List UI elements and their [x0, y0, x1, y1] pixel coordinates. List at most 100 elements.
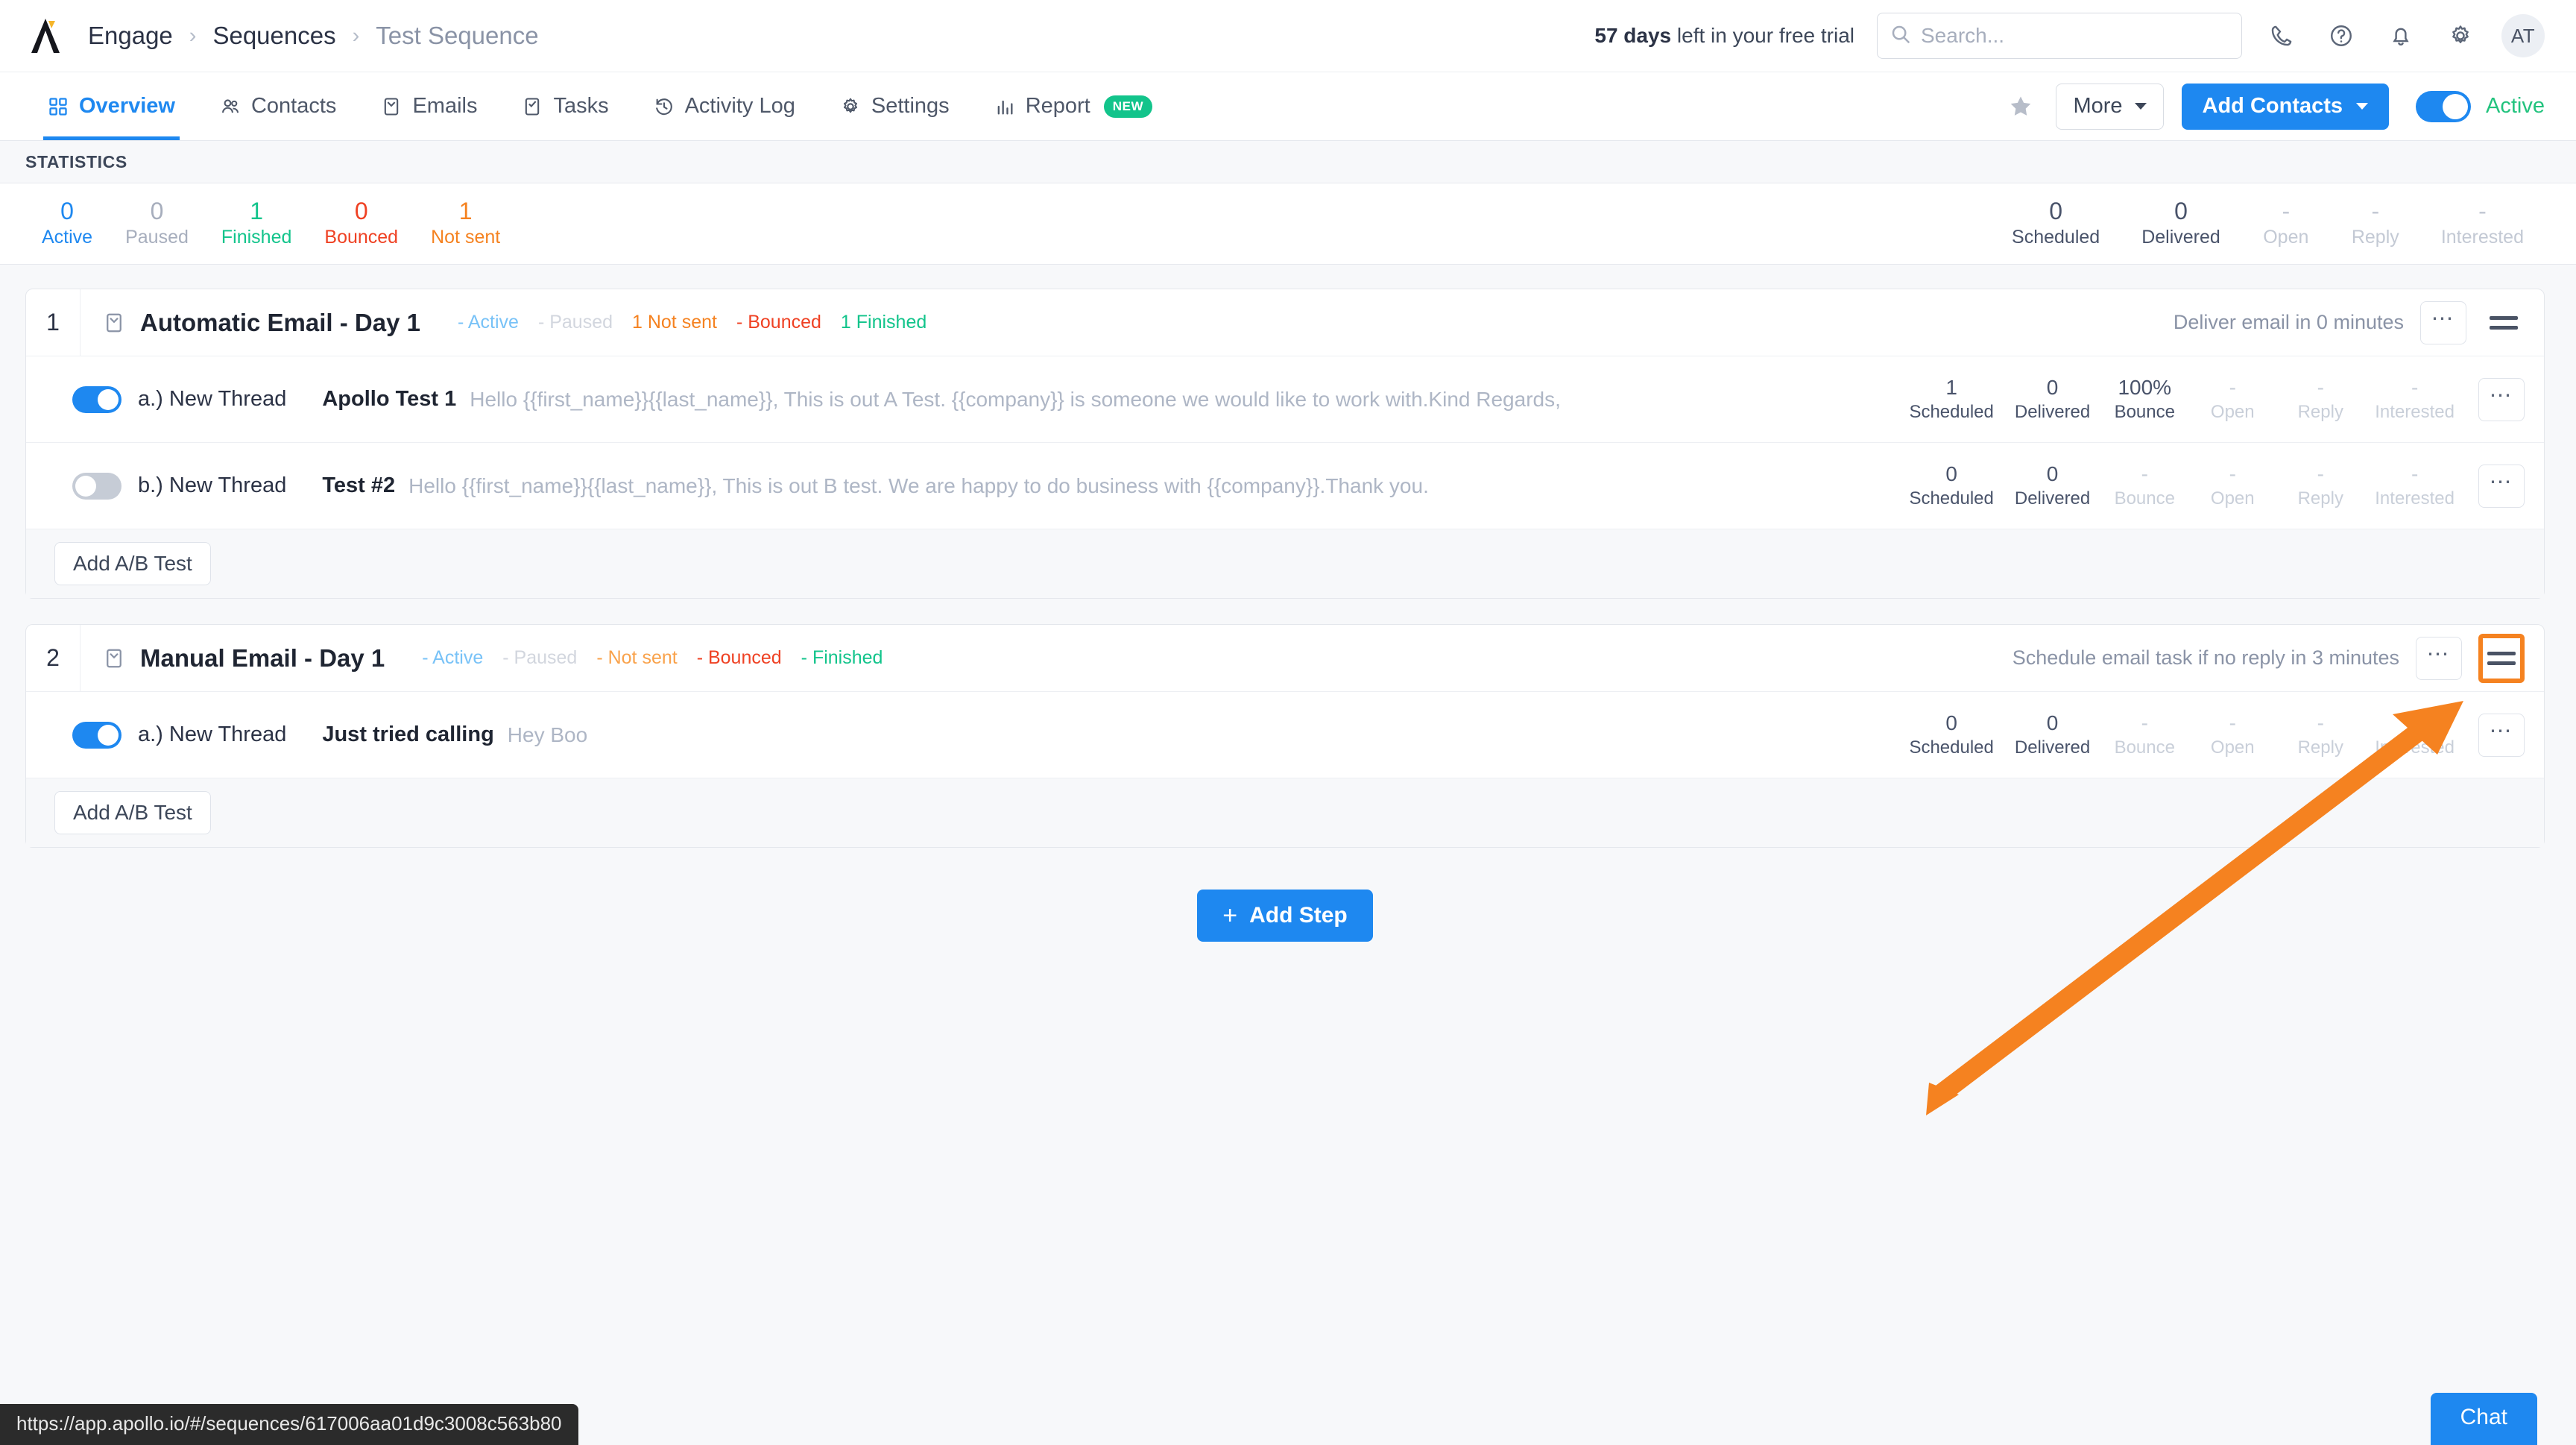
chevron-down-icon	[2356, 103, 2369, 110]
metric-label: Delivered	[2014, 401, 2091, 422]
grid-icon	[48, 96, 69, 117]
step-schedule-text: Schedule email task if no reply in 3 min…	[2012, 646, 2399, 669]
search-input[interactable]	[1921, 24, 2229, 48]
variant-subject[interactable]: Just tried calling	[322, 722, 493, 747]
variant-toggle[interactable]	[72, 472, 121, 500]
add-step-label: Add Step	[1249, 903, 1348, 928]
stat-bounced: 0 Bounced	[308, 198, 414, 249]
variant-toggle[interactable]	[72, 385, 121, 413]
envelope-icon	[103, 312, 125, 334]
chevron-down-icon	[2134, 103, 2147, 110]
variant-row: a.) New Thread Apollo Test 1 Hello {{fir…	[26, 356, 2544, 443]
tab-activity-log[interactable]: Activity Log	[631, 72, 818, 140]
apollo-logo[interactable]	[25, 16, 66, 56]
step-header: 2 Manual Email - Day 1 - Active - Paused…	[26, 624, 2544, 692]
breadcrumb-current: Test Sequence	[376, 22, 539, 49]
metric-label: Delivered	[2014, 488, 2091, 509]
step-card-1: 1 Automatic Email - Day 1 - Active - Pau…	[25, 289, 2545, 599]
sequence-active-toggle[interactable]	[2416, 90, 2472, 122]
step-badges: - Active - Paused - Not sent - Bounced -…	[422, 647, 883, 669]
tab-tasks[interactable]: Tasks	[499, 72, 631, 140]
metric-label: Interested	[2375, 737, 2455, 758]
add-ab-test-button[interactable]: Add A/B Test	[54, 542, 211, 585]
metric-interested: - Interested	[2364, 711, 2465, 759]
metric-value: -	[2411, 462, 2419, 486]
step-number: 2	[46, 644, 60, 671]
browser-status-bar: https://app.apollo.io/#/sequences/617006…	[0, 1404, 578, 1445]
stat-delivered: 0 Delivered	[2121, 198, 2241, 249]
metric-value: -	[2411, 711, 2419, 735]
more-label: More	[2073, 94, 2123, 118]
step-drag-handle[interactable]	[2483, 301, 2525, 344]
badge-finished: - Finished	[801, 647, 883, 668]
metric-value: -	[2411, 376, 2419, 400]
add-step-button[interactable]: + Add Step	[1197, 890, 1373, 942]
stat-value: 0	[60, 198, 74, 225]
bell-icon[interactable]	[2381, 16, 2421, 56]
ab-test-row: Add A/B Test	[26, 529, 2544, 598]
tab-contacts[interactable]: Contacts	[198, 72, 359, 140]
sequence-active-label: Active	[2486, 94, 2545, 118]
breadcrumb-sequences[interactable]: Sequences	[212, 22, 335, 50]
tab-list: Overview Contacts Emails Tasks Activity …	[25, 72, 1175, 140]
metric-scheduled: 0 Scheduled	[1898, 711, 2004, 759]
variant-toggle[interactable]	[72, 721, 121, 749]
step-title[interactable]: Automatic Email - Day 1	[140, 309, 420, 337]
gear-icon	[840, 96, 861, 117]
metric-label: Reply	[2297, 488, 2343, 509]
avatar[interactable]: AT	[2501, 14, 2545, 57]
step-options-button[interactable]: ⋯	[2420, 300, 2466, 344]
search-box[interactable]	[1877, 13, 2242, 59]
metric-bounce: - Bounce	[2100, 462, 2188, 510]
step-title[interactable]: Manual Email - Day 1	[140, 644, 385, 673]
variant-label: a.) New Thread	[138, 722, 287, 746]
metric-label: Reply	[2297, 737, 2343, 758]
checkbox-icon	[522, 96, 543, 117]
handle-line	[2487, 651, 2516, 655]
stat-value: -	[2478, 198, 2487, 225]
statistics-section-label: STATISTICS	[0, 141, 2576, 183]
add-contacts-button[interactable]: Add Contacts	[2181, 83, 2390, 130]
star-icon[interactable]	[2008, 94, 2033, 119]
step-drag-handle[interactable]	[2478, 633, 2525, 683]
stat-label: Interested	[2440, 227, 2524, 248]
tab-settings[interactable]: Settings	[818, 72, 972, 140]
breadcrumb: Engage › Sequences › Test Sequence	[88, 22, 539, 50]
badge-bounced: - Bounced	[696, 647, 782, 668]
stat-label: Reply	[2351, 227, 2399, 248]
new-badge: NEW	[1103, 95, 1153, 118]
tab-label: Report	[1025, 94, 1090, 118]
tab-emails[interactable]: Emails	[359, 72, 499, 140]
badge-active: - Active	[457, 312, 519, 333]
trial-days: 57 days	[1594, 24, 1672, 47]
tab-report[interactable]: Report NEW	[972, 72, 1175, 140]
metric-value: 100%	[2118, 376, 2172, 400]
step-schedule-text: Deliver email in 0 minutes	[2173, 311, 2404, 333]
tab-overview[interactable]: Overview	[25, 72, 198, 140]
metric-open: - Open	[2188, 462, 2276, 510]
metric-value: -	[2317, 462, 2324, 486]
variant-subject[interactable]: Test #2	[322, 473, 395, 498]
variant-options-button[interactable]: ⋯	[2478, 377, 2525, 421]
add-ab-test-button[interactable]: Add A/B Test	[54, 791, 211, 834]
metric-label: Scheduled	[1909, 488, 1994, 509]
bar-chart-icon	[994, 96, 1015, 117]
metric-value: 0	[2046, 711, 2059, 735]
add-step-wrap: + Add Step	[25, 890, 2545, 942]
statistics-left-group: 0 Active 0 Paused 1 Finished 0 Bounced 1…	[25, 198, 517, 249]
variant-options-button[interactable]: ⋯	[2478, 713, 2525, 757]
breadcrumb-engage[interactable]: Engage	[88, 22, 173, 50]
gear-icon[interactable]	[2440, 16, 2481, 56]
variant-subject[interactable]: Apollo Test 1	[322, 387, 456, 412]
help-icon[interactable]	[2321, 16, 2361, 56]
stat-label: Finished	[221, 227, 292, 248]
phone-icon[interactable]	[2261, 16, 2302, 56]
stat-active: 0 Active	[25, 198, 109, 249]
tab-label: Settings	[871, 94, 950, 118]
variant-options-button[interactable]: ⋯	[2478, 464, 2525, 508]
chat-button[interactable]: Chat	[2430, 1393, 2537, 1445]
metric-label: Bounce	[2114, 737, 2175, 758]
metric-open: - Open	[2188, 711, 2276, 759]
more-button[interactable]: More	[2056, 83, 2164, 130]
step-options-button[interactable]: ⋯	[2416, 636, 2462, 680]
